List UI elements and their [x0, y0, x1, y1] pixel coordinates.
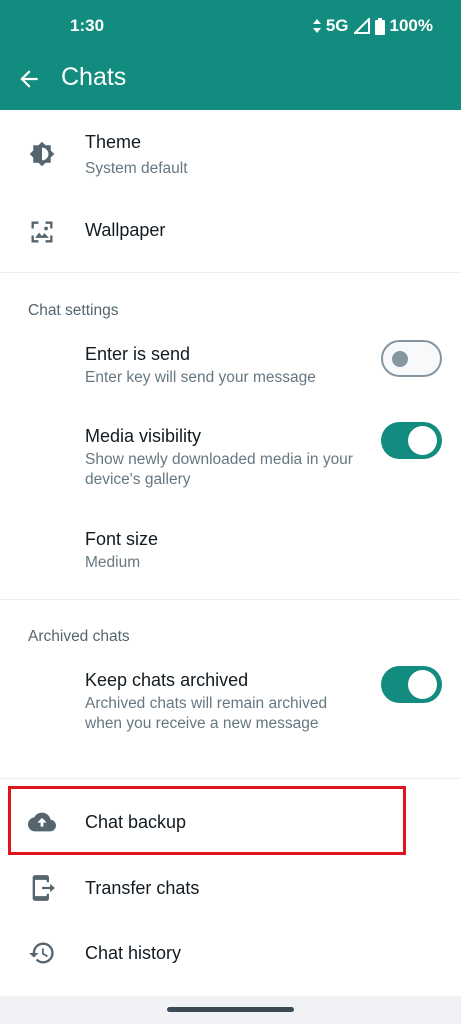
keep-archived-title: Keep chats archived [85, 670, 249, 690]
toggle-knob [392, 351, 408, 367]
enter-is-send-title: Enter is send [85, 344, 191, 364]
enter-is-send-subtitle: Enter key will send your message [85, 369, 316, 386]
media-visibility-setting[interactable]: Media visibility Show newly downloaded m… [0, 412, 461, 498]
status-bar: 1:30 5G 100% [0, 0, 461, 52]
transfer-chats-label: Transfer chats [85, 878, 200, 898]
app-bar: Chats [0, 52, 461, 110]
battery-level: 100% [389, 16, 433, 35]
chat-history-label: Chat history [85, 943, 182, 963]
divider [0, 778, 461, 779]
divider [0, 599, 461, 600]
home-gesture-handle[interactable] [167, 1007, 294, 1012]
font-size-title: Font size [85, 529, 159, 549]
theme-title: Theme [85, 132, 142, 152]
transfer-phone-icon [32, 875, 55, 901]
status-indicators: 5G 100% [312, 16, 433, 36]
font-size-setting[interactable]: Font size Medium [0, 515, 461, 587]
battery-icon [374, 17, 385, 35]
enter-is-send-setting[interactable]: Enter is send Enter key will send your m… [0, 330, 461, 396]
toggle-knob [408, 426, 437, 455]
wallpaper-setting[interactable]: Wallpaper [0, 198, 461, 270]
font-size-subtitle: Medium [85, 554, 141, 571]
toggle-knob [408, 670, 437, 699]
system-nav-bar [0, 996, 461, 1024]
page-title: Chats [61, 63, 127, 91]
data-arrows-icon [312, 19, 321, 33]
wallpaper-title: Wallpaper [85, 220, 166, 240]
keep-archived-toggle[interactable] [381, 666, 442, 703]
status-time: 1:30 [70, 16, 105, 35]
history-icon [29, 942, 54, 964]
highlight-box [8, 786, 406, 855]
arrow-left-icon[interactable] [16, 66, 42, 92]
keep-chats-archived-setting[interactable]: Keep chats archived Archived chats will … [0, 656, 461, 766]
keep-archived-subtitle: Archived chats will remain archived when… [85, 695, 328, 732]
network-type: 5G [325, 16, 349, 35]
transfer-chats-item[interactable]: Transfer chats [0, 856, 461, 920]
media-visibility-toggle[interactable] [381, 422, 442, 459]
signal-icon [353, 18, 370, 34]
theme-setting[interactable]: Theme System default [0, 110, 461, 198]
media-visibility-title: Media visibility [85, 426, 202, 446]
enter-is-send-toggle[interactable] [381, 340, 442, 377]
chat-history-item[interactable]: Chat history [0, 921, 461, 985]
media-visibility-subtitle: Show newly downloaded media in your devi… [85, 451, 353, 488]
theme-subtitle: System default [85, 160, 188, 177]
divider [0, 272, 461, 273]
brightness-icon [29, 141, 55, 167]
wallpaper-icon [31, 221, 53, 243]
section-header-chat-settings: Chat settings [28, 302, 119, 319]
section-header-archived-chats: Archived chats [28, 628, 130, 645]
